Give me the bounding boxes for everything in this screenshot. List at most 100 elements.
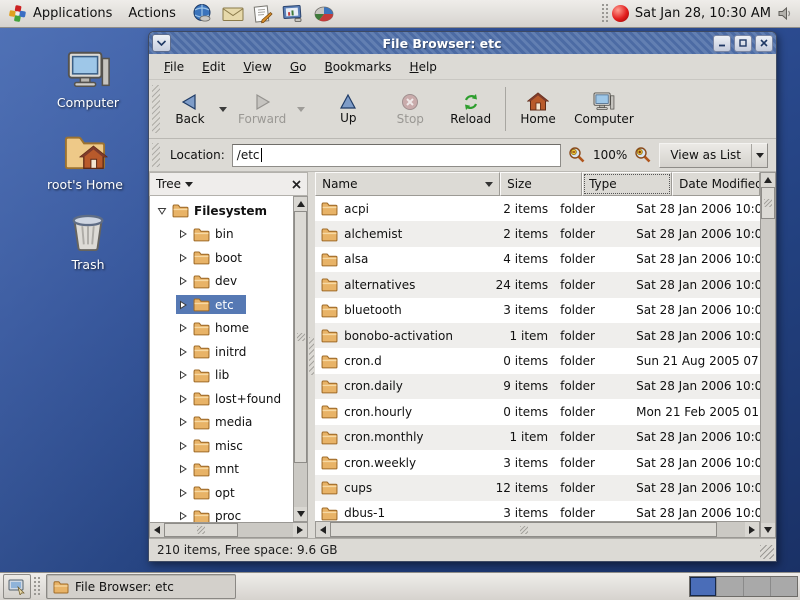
main-menu-applications[interactable]: Applications — [0, 0, 120, 27]
expander-icon[interactable] — [178, 229, 188, 239]
email-launcher-icon[interactable] — [222, 5, 244, 23]
tree-item-filesystem[interactable]: Filesystem — [150, 199, 293, 223]
tree-item-mnt[interactable]: mnt — [150, 458, 293, 482]
menu-bookmarks[interactable]: Bookmarks — [315, 56, 400, 78]
scrollbar-track[interactable] — [294, 463, 307, 507]
scroll-up-button[interactable] — [294, 197, 307, 211]
up-button[interactable]: Up — [321, 90, 375, 128]
back-button[interactable]: Back — [163, 90, 217, 129]
window-menu-button[interactable] — [152, 34, 171, 52]
close-button[interactable] — [755, 35, 773, 52]
column-header-name[interactable]: Name — [315, 172, 500, 196]
menu-edit[interactable]: Edit — [193, 56, 234, 78]
zoom-in-icon[interactable] — [634, 146, 652, 164]
expander-icon[interactable] — [178, 488, 188, 498]
desktop-icon-computer[interactable]: Computer — [43, 50, 133, 110]
file-row[interactable]: cron.d 0 items folder Sun 21 Aug 2005 07… — [315, 348, 760, 373]
sidebar-close-icon[interactable] — [292, 180, 301, 189]
scroll-down-button[interactable] — [761, 523, 775, 537]
pane-splitter[interactable] — [308, 172, 315, 538]
reload-button[interactable]: Reload — [441, 90, 500, 129]
scrollbar-thumb[interactable] — [330, 522, 717, 537]
menu-help[interactable]: Help — [401, 56, 446, 78]
expander-icon[interactable] — [178, 394, 188, 404]
home-button[interactable]: Home — [511, 89, 565, 129]
sidebar-view-selector[interactable]: Tree — [156, 177, 181, 191]
location-input[interactable]: /etc — [232, 144, 561, 167]
scrollbar-track[interactable] — [238, 523, 293, 537]
locationbar-drag-handle[interactable] — [152, 143, 160, 167]
scrollbar-thumb[interactable] — [761, 187, 775, 219]
scrollbar-track[interactable] — [761, 219, 775, 523]
tree-item-lost-found[interactable]: lost+found — [150, 387, 293, 411]
expander-icon[interactable] — [178, 323, 188, 333]
menu-view[interactable]: View — [234, 56, 280, 78]
expander-open-icon[interactable] — [157, 206, 167, 216]
tree-item-initrd[interactable]: initrd — [150, 340, 293, 364]
tree-item-bin[interactable]: bin — [150, 223, 293, 247]
file-row[interactable]: acpi 2 items folder Sat 28 Jan 2006 10:0… — [315, 196, 760, 221]
word-processor-launcher-icon[interactable] — [253, 4, 273, 24]
sidebar-selector-arrow[interactable] — [185, 182, 193, 187]
desktop-icon-roots-home[interactable]: root's Home — [40, 130, 130, 192]
tree-item-proc[interactable]: proc — [150, 505, 293, 523]
volume-icon[interactable] — [777, 5, 794, 22]
scroll-left-button[interactable] — [150, 523, 164, 537]
tree-item-opt[interactable]: opt — [150, 481, 293, 505]
expander-icon[interactable] — [178, 253, 188, 263]
maximize-button[interactable] — [734, 35, 752, 52]
minimize-button[interactable] — [713, 35, 731, 52]
web-browser-launcher-icon[interactable] — [192, 3, 213, 24]
scrollbar-track[interactable] — [717, 522, 745, 537]
list-horizontal-scrollbar[interactable] — [315, 521, 760, 538]
workspace-1[interactable] — [690, 577, 716, 596]
file-row[interactable]: cron.hourly 0 items folder Mon 21 Feb 20… — [315, 399, 760, 424]
scroll-right-button[interactable] — [745, 522, 759, 537]
main-menu-actions[interactable]: Actions — [120, 0, 184, 27]
file-row[interactable]: alchemist 2 items folder Sat 28 Jan 2006… — [315, 221, 760, 246]
back-dropdown-arrow[interactable] — [219, 107, 227, 112]
toolbar-drag-handle[interactable] — [152, 85, 160, 133]
tree-vertical-scrollbar[interactable] — [293, 196, 308, 522]
show-desktop-button[interactable] — [3, 574, 31, 599]
column-header-date-modified[interactable]: Date Modified — [672, 172, 760, 196]
view-mode-dropdown[interactable]: View as List — [659, 143, 768, 168]
scrollbar-thumb[interactable] — [294, 211, 307, 463]
workspace-4[interactable] — [770, 577, 797, 596]
redhat-menu-icon[interactable] — [8, 4, 27, 23]
scroll-right-button[interactable] — [293, 523, 307, 537]
list-vertical-scrollbar[interactable] — [760, 172, 776, 538]
tasklist-drag-handle[interactable] — [34, 577, 41, 596]
file-row[interactable]: bluetooth 3 items folder Sat 28 Jan 2006… — [315, 298, 760, 323]
expander-icon[interactable] — [178, 300, 188, 310]
applications-menu-label[interactable]: Applications — [33, 6, 112, 21]
file-row[interactable]: cron.daily 9 items folder Sat 28 Jan 200… — [315, 374, 760, 399]
desktop-icon-trash[interactable]: Trash — [43, 210, 133, 272]
expander-icon[interactable] — [178, 464, 188, 474]
tree-item-lib[interactable]: lib — [150, 364, 293, 388]
alert-notification-icon[interactable] — [612, 5, 629, 22]
menu-go[interactable]: Go — [281, 56, 316, 78]
tree-item-etc[interactable]: etc — [150, 293, 293, 317]
expander-icon[interactable] — [178, 276, 188, 286]
expander-icon[interactable] — [178, 370, 188, 380]
presentation-launcher-icon[interactable] — [282, 4, 304, 23]
splitter-grip-icon[interactable] — [309, 337, 314, 375]
workspace-2[interactable] — [716, 577, 743, 596]
expander-icon[interactable] — [178, 441, 188, 451]
tree-item-home[interactable]: home — [150, 317, 293, 341]
scroll-down-button[interactable] — [294, 507, 307, 521]
tree-horizontal-scrollbar[interactable] — [149, 522, 308, 538]
scroll-left-button[interactable] — [316, 522, 330, 537]
spreadsheet-launcher-icon[interactable] — [313, 5, 335, 23]
tree-item-boot[interactable]: boot — [150, 246, 293, 270]
zoom-out-icon[interactable] — [568, 146, 586, 164]
task-button-file-browser[interactable]: File Browser: etc — [46, 574, 236, 599]
column-header-type[interactable]: Type — [582, 172, 672, 196]
resize-grip[interactable] — [760, 545, 774, 559]
scroll-up-button[interactable] — [761, 173, 775, 187]
zoom-level[interactable]: 100% — [593, 148, 627, 162]
file-row[interactable]: alsa 4 items folder Sat 28 Jan 2006 10:0… — [315, 247, 760, 272]
tree-item-misc[interactable]: misc — [150, 434, 293, 458]
actions-menu-label[interactable]: Actions — [128, 6, 176, 21]
